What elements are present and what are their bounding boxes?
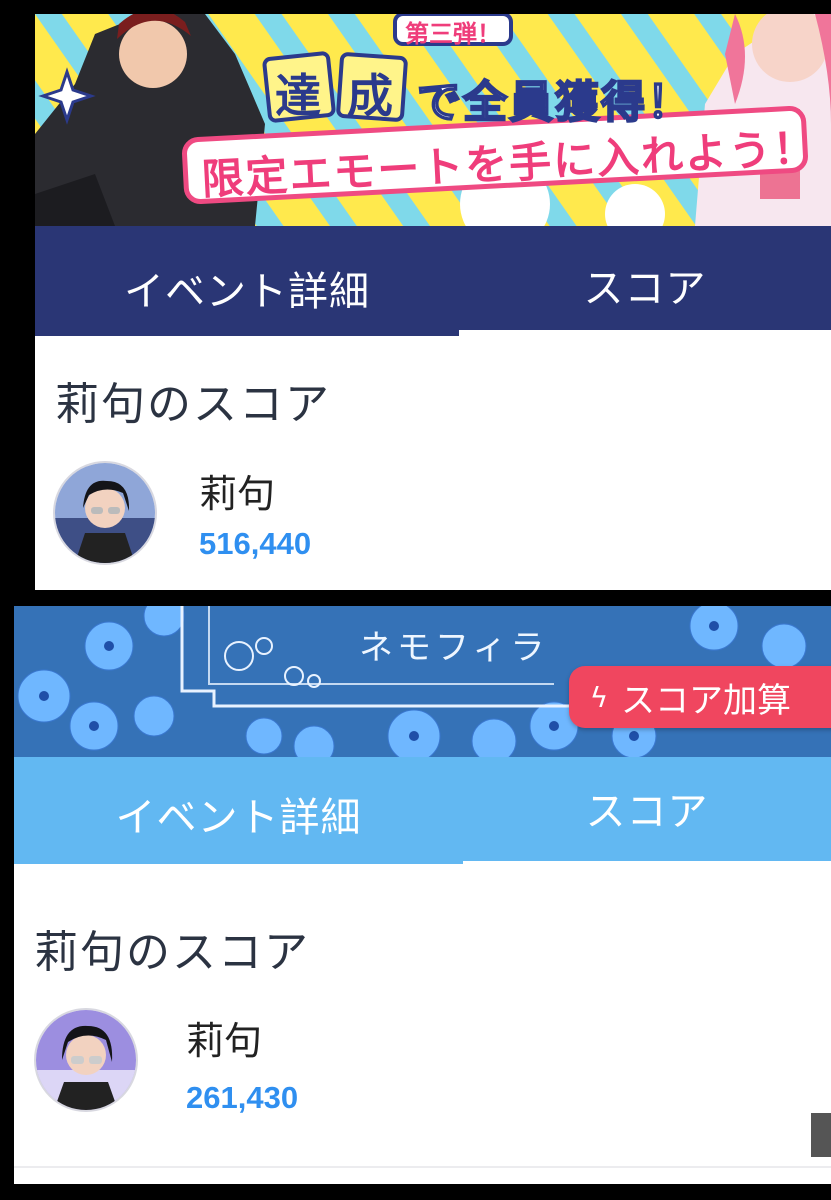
tab-bar: イベント詳細 スコア	[35, 226, 831, 336]
score-add-label: スコア加算	[621, 680, 791, 721]
event-banner[interactable]: 第三弾！ 達 成 で全員獲得！ 限定エモートを手に入れよう！	[35, 14, 831, 226]
avatar	[53, 461, 157, 565]
tab-event-details-label: イベント詳細	[115, 795, 362, 841]
lightning-icon: ϟ	[589, 680, 609, 714]
tab-score[interactable]: スコア	[459, 226, 831, 330]
tab-score-label: スコア	[585, 789, 709, 835]
player-name: 莉句	[186, 1019, 263, 1063]
banner-subtitle: 第三弾！	[405, 20, 501, 48]
tab-event-details[interactable]: イベント詳細	[14, 757, 463, 864]
avatar	[34, 1008, 138, 1112]
tab-event-details-label: イベント詳細	[124, 269, 370, 315]
tab-bar: イベント詳細 スコア	[14, 757, 831, 864]
banner-headline: で全員獲得！	[416, 76, 693, 129]
tab-score[interactable]: スコア	[463, 757, 831, 861]
event-panel-1: 第三弾！ 達 成 で全員獲得！ 限定エモートを手に入れよう！ イベント詳細 スコ…	[35, 14, 831, 590]
event-banner[interactable]: ネモフィラ ϟ スコア加算	[14, 606, 831, 757]
page-title: 莉句のスコア	[34, 927, 310, 972]
divider	[14, 1166, 831, 1168]
banner-headline-char-1: 達	[275, 69, 321, 123]
banner-title: ネモフィラ	[359, 628, 549, 668]
avatar-image	[55, 463, 155, 563]
score-add-badge[interactable]: ϟ スコア加算	[569, 666, 831, 728]
avatar-image	[36, 1010, 136, 1110]
player-score: 261,430	[186, 1080, 299, 1115]
page-title: 莉句のスコア	[55, 379, 331, 424]
banner-headline-char-2: 成	[347, 69, 393, 123]
player-score: 516,440	[199, 526, 312, 561]
tab-event-details[interactable]: イベント詳細	[35, 226, 459, 336]
chevron-right-icon[interactable]	[811, 1113, 831, 1157]
player-name: 莉句	[199, 472, 276, 516]
tab-score-label: スコア	[583, 266, 707, 312]
event-panel-2: ネモフィラ ϟ スコア加算 イベント詳細 スコア 莉句のスコア 莉句 261,4…	[14, 606, 831, 1184]
